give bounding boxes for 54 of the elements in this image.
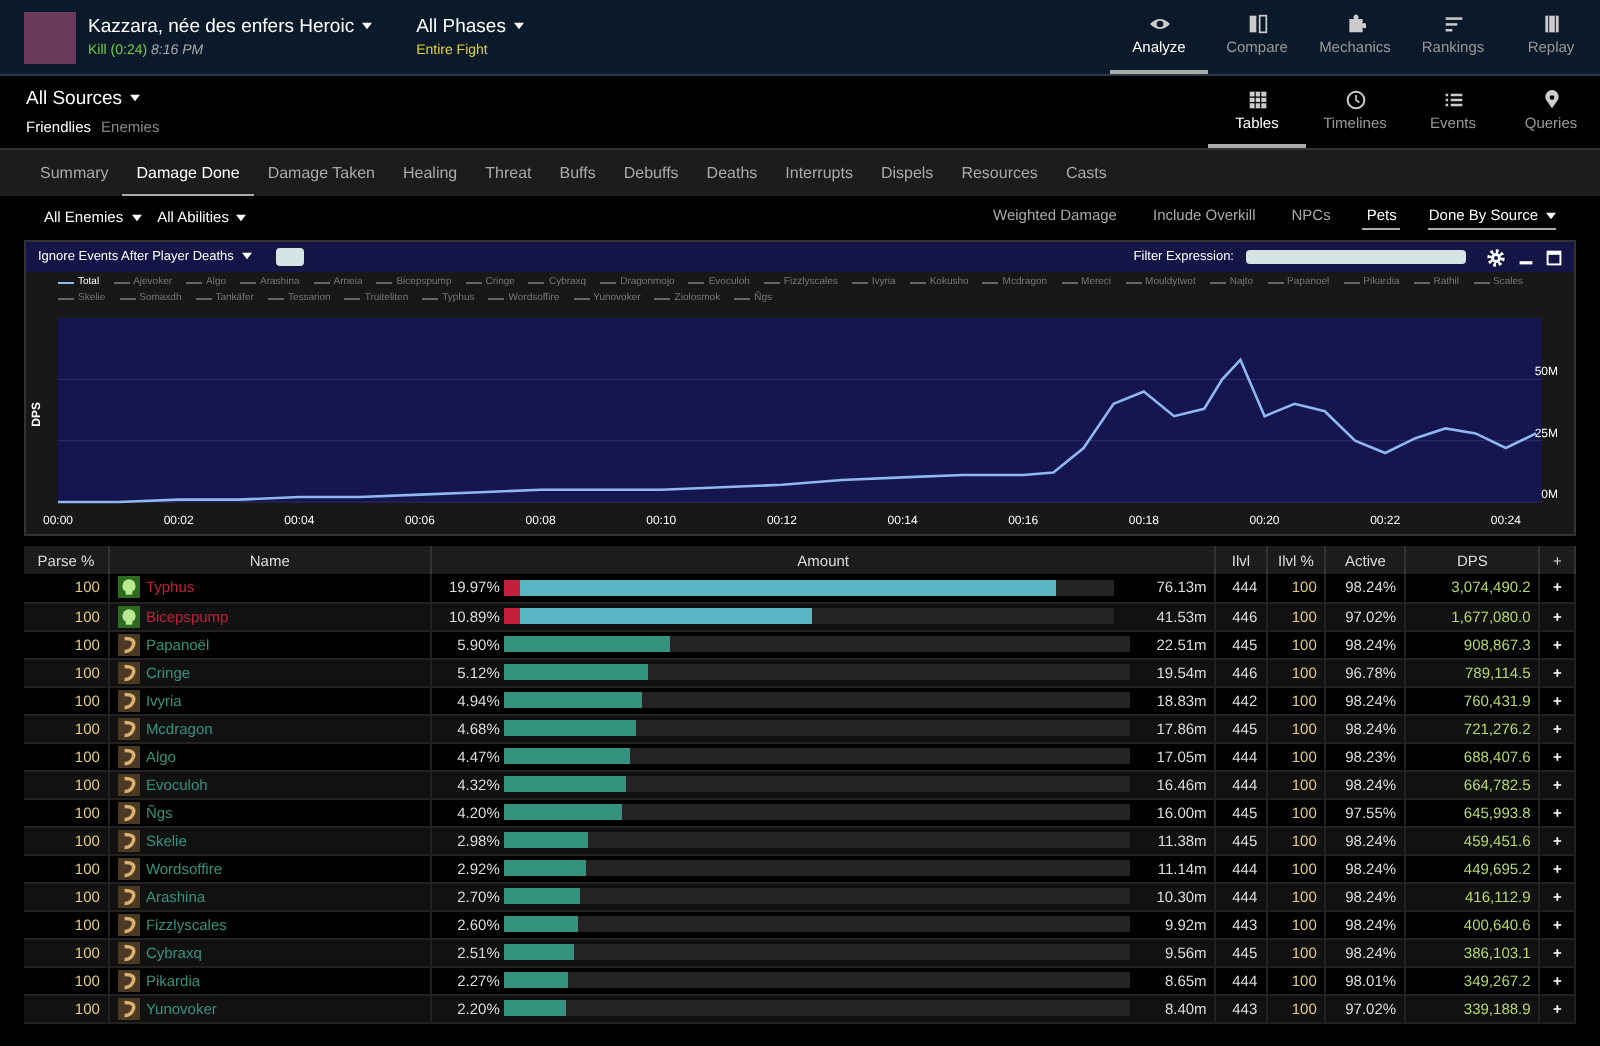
report-tab[interactable]: Interrupts <box>771 151 867 195</box>
eye-icon <box>1149 14 1169 34</box>
boss-portrait-placeholder <box>24 11 76 63</box>
class-icon <box>117 689 140 711</box>
maximize-icon[interactable] <box>1546 249 1562 265</box>
class-icon <box>117 885 140 907</box>
caret-icon <box>241 252 252 261</box>
class-icon <box>117 829 140 851</box>
caret-icon <box>131 213 142 222</box>
pin-icon <box>1541 89 1561 109</box>
class-icon <box>117 913 140 935</box>
report-tab[interactable]: Dispels <box>866 151 948 195</box>
caret-icon <box>236 213 247 222</box>
puzzle-icon <box>1345 14 1365 34</box>
report-tab[interactable]: Damage Taken <box>253 151 389 195</box>
settings-icon[interactable] <box>1486 247 1506 267</box>
pet-marker <box>503 608 520 624</box>
report-tab[interactable]: Threat <box>471 151 546 195</box>
class-icon <box>117 801 140 823</box>
class-icon <box>117 969 140 991</box>
sources-dropdown[interactable]: All Sources <box>26 88 160 110</box>
report-tab[interactable]: Debuffs <box>609 151 693 195</box>
bars-icon <box>1443 14 1463 34</box>
class-icon <box>117 857 140 879</box>
film-icon <box>1541 14 1561 34</box>
clock-icon <box>1345 89 1365 109</box>
report-tab[interactable]: Casts <box>1051 151 1121 195</box>
class-icon <box>117 773 140 795</box>
class-icon <box>117 661 140 683</box>
skull-icon <box>117 576 140 599</box>
columns-icon <box>1247 14 1267 34</box>
report-tab[interactable]: Damage Done <box>122 151 254 195</box>
list-icon <box>1443 89 1463 109</box>
grid-icon <box>1247 89 1267 109</box>
report-tab[interactable]: Buffs <box>545 151 610 195</box>
report-tab[interactable]: Summary <box>26 151 123 195</box>
phase-dropdown[interactable]: All Phases <box>416 16 524 38</box>
toggle-box[interactable] <box>275 248 304 266</box>
class-icon <box>117 717 140 739</box>
class-icon <box>117 941 140 963</box>
class-icon <box>117 745 140 767</box>
report-tab[interactable]: Deaths <box>692 151 772 195</box>
report-tab[interactable]: Resources <box>947 151 1052 195</box>
caret-icon <box>362 22 373 31</box>
filter-expression-field[interactable] <box>1246 250 1466 264</box>
class-icon <box>117 997 140 1019</box>
pet-marker <box>503 579 520 596</box>
skull-icon <box>117 605 140 627</box>
encounter-dropdown[interactable]: Kazzara, née des enfers Heroic <box>88 16 373 38</box>
caret-icon <box>1546 212 1556 221</box>
report-tab[interactable]: Healing <box>389 151 472 195</box>
class-icon <box>117 633 140 655</box>
caret-icon <box>513 22 524 31</box>
caret-icon <box>130 94 141 103</box>
